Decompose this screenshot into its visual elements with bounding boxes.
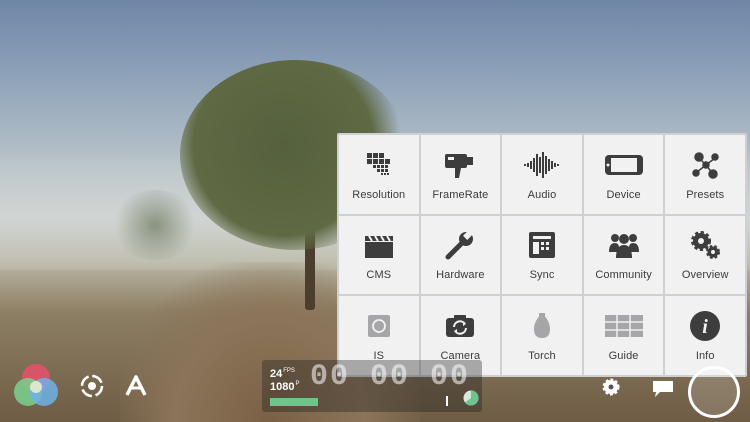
torch-button[interactable]: Torch	[502, 296, 582, 375]
resolution-unit: P	[295, 381, 300, 387]
resolution-value: 1080	[270, 381, 295, 393]
cms-label: CMS	[366, 269, 392, 282]
sync-label: Sync	[529, 269, 555, 282]
fps-value: 24	[270, 368, 283, 380]
info-button[interactable]: i Info	[665, 296, 745, 375]
device-button[interactable]: Device	[583, 135, 664, 214]
hardware-button[interactable]: Hardware	[420, 215, 501, 295]
presets-label: Presets	[686, 188, 725, 201]
chat-bubble-icon	[653, 381, 673, 397]
movie-camera-icon	[438, 148, 482, 182]
community-button[interactable]: Community	[583, 215, 664, 295]
resolution-label: Resolution	[352, 188, 406, 201]
fps-unit: FPS	[283, 368, 295, 374]
clapperboard-icon	[357, 228, 401, 262]
framerate-label: FrameRate	[432, 188, 489, 201]
phone-device-icon	[602, 148, 646, 182]
sync-icon	[520, 228, 564, 262]
guide-label: Guide	[608, 350, 639, 363]
color-wheel-icon	[14, 364, 58, 406]
camera-switch-icon	[438, 309, 482, 343]
torch-bulb-icon	[520, 309, 564, 343]
distant-tree	[110, 190, 200, 260]
audio-button[interactable]: Audio	[502, 135, 582, 214]
info-icon: i	[683, 309, 727, 343]
framerate-button[interactable]: FrameRate	[420, 135, 501, 214]
presets-molecule-icon	[683, 148, 727, 182]
auto-exposure-button[interactable]	[122, 372, 150, 400]
image-stabilization-icon	[357, 309, 401, 343]
gears-icon	[683, 228, 727, 262]
color-wheel-button[interactable]	[12, 362, 62, 412]
overview-label: Overview	[681, 269, 729, 282]
hardware-label: Hardware	[436, 269, 485, 282]
overview-button[interactable]: Overview	[665, 215, 745, 295]
guide-grid-icon	[602, 309, 646, 343]
storage-bar	[270, 398, 318, 406]
svg-text:i: i	[702, 316, 708, 338]
record-button[interactable]	[688, 366, 740, 418]
focus-lock-button[interactable]	[78, 372, 106, 400]
torch-label: Torch	[528, 350, 556, 363]
settings-gear-button[interactable]	[600, 376, 622, 398]
guide-button[interactable]: Guide	[583, 296, 664, 375]
resolution-grid-icon	[357, 148, 401, 182]
timecode: 00 00 00	[310, 360, 471, 394]
community-label: Community	[595, 269, 652, 282]
settings-menu-grid: Resolution FrameRate Audio Device Preset…	[337, 133, 747, 377]
focus-target-icon	[80, 374, 104, 398]
resolution-button[interactable]: Resolution	[339, 135, 419, 214]
presets-button[interactable]: Presets	[665, 135, 745, 214]
community-people-icon	[602, 228, 646, 262]
wrench-icon	[438, 228, 482, 262]
cms-button[interactable]: CMS	[339, 215, 419, 295]
audio-label: Audio	[527, 188, 557, 201]
resolution-readout[interactable]: 1080P	[270, 381, 300, 393]
info-label: Info	[695, 350, 715, 363]
sync-button[interactable]: Sync	[502, 215, 582, 295]
device-label: Device	[606, 188, 641, 201]
gear-icon	[602, 378, 620, 396]
audio-level-tick	[446, 396, 448, 406]
audio-waveform-icon	[520, 148, 564, 182]
battery-indicator	[463, 390, 479, 406]
battery-pie-icon	[463, 390, 479, 406]
chat-button[interactable]	[652, 380, 674, 398]
fps-readout[interactable]: 24FPS	[270, 368, 295, 380]
auto-a-icon	[125, 375, 147, 396]
